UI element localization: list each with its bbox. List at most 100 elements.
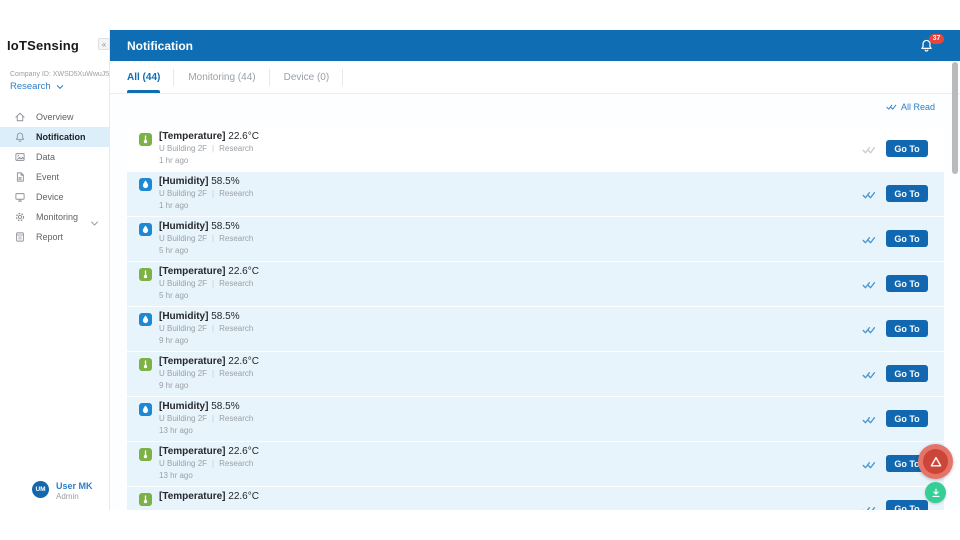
tab-bar: All (44) Monitoring (44) Device (0) bbox=[110, 61, 960, 94]
notification-time: 9 hr ago bbox=[159, 381, 188, 390]
brand-row: IoTSensing « bbox=[7, 37, 110, 55]
sensor-type-icon bbox=[139, 268, 152, 281]
read-check-icon[interactable] bbox=[862, 187, 876, 197]
avatar: UM bbox=[32, 481, 49, 498]
project-selector[interactable]: Research bbox=[10, 81, 64, 92]
download-icon bbox=[930, 487, 942, 499]
read-check-icon[interactable] bbox=[862, 457, 876, 467]
notification-row: [Temperature] 22.6°C U Building 2F|Resea… bbox=[127, 262, 944, 306]
chevron-down-icon bbox=[56, 84, 64, 90]
sidebar-item-overview[interactable]: Overview bbox=[0, 107, 110, 127]
sidebar-item-label: Device bbox=[36, 192, 64, 202]
download-fab-button[interactable] bbox=[925, 482, 946, 503]
main-content: Notification 37 All (44) Monitoring (44)… bbox=[110, 30, 960, 510]
alarm-fab-button[interactable] bbox=[918, 444, 953, 479]
go-to-button[interactable]: Go To bbox=[886, 185, 928, 202]
notification-title: [Humidity] 58.5% bbox=[159, 401, 240, 412]
notification-meta: U Building 2F|Research bbox=[159, 144, 253, 153]
notification-meta: U Building 2F|Research bbox=[159, 234, 253, 243]
sensor-type-icon bbox=[139, 358, 152, 371]
read-check-icon[interactable] bbox=[862, 142, 876, 152]
sidebar-item-icon bbox=[14, 171, 26, 183]
read-check-icon[interactable] bbox=[862, 277, 876, 287]
alarm-triangle-icon bbox=[923, 449, 948, 474]
notification-title: [Temperature] 22.6°C bbox=[159, 356, 259, 367]
chevron-down-icon bbox=[90, 214, 99, 221]
sidebar-collapse-button[interactable]: « bbox=[98, 38, 110, 50]
notification-meta: U Building 2F|Research bbox=[159, 189, 253, 198]
notification-meta: U Building 2F|Research bbox=[159, 414, 253, 423]
sidebar-item-label: Data bbox=[36, 152, 55, 162]
notification-time: 1 hr ago bbox=[159, 156, 188, 165]
brand-logo: IoTSensing bbox=[7, 38, 79, 53]
sidebar-item-icon bbox=[14, 151, 26, 163]
active-tab-underline bbox=[127, 90, 160, 93]
notification-time: 5 hr ago bbox=[159, 291, 188, 300]
sidebar-item-icon bbox=[14, 211, 26, 223]
sensor-type-icon bbox=[139, 448, 152, 461]
notification-time: 5 hr ago bbox=[159, 246, 188, 255]
notification-row: [Humidity] 58.5% U Building 2F|Research … bbox=[127, 397, 944, 441]
tab-device-0[interactable]: Device (0) bbox=[270, 61, 344, 93]
sidebar-item-label: Notification bbox=[36, 132, 86, 142]
go-to-button[interactable]: Go To bbox=[886, 140, 928, 157]
notification-time: 13 hr ago bbox=[159, 471, 193, 480]
notification-title: [Temperature] 22.6°C bbox=[159, 266, 259, 277]
notification-meta bbox=[159, 504, 169, 510]
notification-list: [Temperature] 22.6°C U Building 2F|Resea… bbox=[127, 127, 944, 510]
notification-row: [Temperature] 22.6°C U Building 2F|Resea… bbox=[127, 352, 944, 396]
page-title: Notification bbox=[127, 39, 193, 53]
sidebar: IoTSensing « Company ID: XWSD5XuWwuJ5 Re… bbox=[0, 30, 110, 510]
sidebar-item-icon bbox=[14, 131, 26, 143]
sidebar-item-event[interactable]: Event bbox=[0, 167, 110, 187]
read-check-icon[interactable] bbox=[862, 322, 876, 332]
sensor-type-icon bbox=[139, 493, 152, 506]
sidebar-item-data[interactable]: Data bbox=[0, 147, 110, 167]
tab-all-44[interactable]: All (44) bbox=[127, 61, 174, 93]
project-name: Research bbox=[10, 81, 51, 92]
all-read-button[interactable]: All Read bbox=[886, 102, 935, 112]
notification-title: [Humidity] 58.5% bbox=[159, 221, 240, 232]
sidebar-item-report[interactable]: Report bbox=[0, 227, 110, 247]
notification-row: [Humidity] 58.5% U Building 2F|Research … bbox=[127, 172, 944, 216]
notification-bell-button[interactable]: 37 bbox=[919, 38, 935, 54]
user-name: User MK bbox=[56, 481, 93, 491]
sidebar-item-label: Event bbox=[36, 172, 59, 182]
read-check-icon[interactable] bbox=[862, 412, 876, 422]
double-check-icon bbox=[886, 103, 897, 111]
sidebar-item-label: Overview bbox=[36, 112, 74, 122]
notification-meta: U Building 2F|Research bbox=[159, 459, 253, 468]
all-read-label: All Read bbox=[901, 102, 935, 112]
notification-title: [Temperature] 22.6°C bbox=[159, 491, 259, 502]
notification-row: [Temperature] 22.6°C Go To bbox=[127, 487, 944, 510]
sidebar-item-notification[interactable]: Notification bbox=[0, 127, 110, 147]
sidebar-item-icon bbox=[14, 191, 26, 203]
go-to-button[interactable]: Go To bbox=[886, 275, 928, 292]
go-to-button[interactable]: Go To bbox=[886, 410, 928, 427]
read-check-icon[interactable] bbox=[862, 232, 876, 242]
sensor-type-icon bbox=[139, 313, 152, 326]
notification-title: [Temperature] 22.6°C bbox=[159, 131, 259, 142]
tab-monitoring-44[interactable]: Monitoring (44) bbox=[174, 61, 269, 93]
scrollbar-thumb[interactable] bbox=[952, 62, 958, 174]
sensor-type-icon bbox=[139, 403, 152, 416]
read-check-icon[interactable] bbox=[862, 502, 876, 510]
notification-row: [Humidity] 58.5% U Building 2F|Research … bbox=[127, 217, 944, 261]
notification-row: [Temperature] 22.6°C U Building 2F|Resea… bbox=[127, 442, 944, 486]
sidebar-item-device[interactable]: Device bbox=[0, 187, 110, 207]
sidebar-item-label: Monitoring bbox=[36, 212, 78, 222]
go-to-button[interactable]: Go To bbox=[886, 365, 928, 382]
notification-title: [Humidity] 58.5% bbox=[159, 311, 240, 322]
sidebar-item-icon bbox=[14, 111, 26, 123]
go-to-button[interactable]: Go To bbox=[886, 500, 928, 510]
app-window: IoTSensing « Company ID: XWSD5XuWwuJ5 Re… bbox=[0, 30, 960, 510]
go-to-button[interactable]: Go To bbox=[886, 320, 928, 337]
read-check-icon[interactable] bbox=[862, 367, 876, 377]
go-to-button[interactable]: Go To bbox=[886, 230, 928, 247]
notification-time: 9 hr ago bbox=[159, 336, 188, 345]
user-block[interactable]: UM User MK Admin bbox=[0, 478, 110, 510]
notification-meta: U Building 2F|Research bbox=[159, 369, 253, 378]
notification-row: [Humidity] 58.5% U Building 2F|Research … bbox=[127, 307, 944, 351]
sidebar-item-monitoring[interactable]: Monitoring bbox=[0, 207, 110, 227]
notification-badge: 37 bbox=[929, 34, 944, 44]
